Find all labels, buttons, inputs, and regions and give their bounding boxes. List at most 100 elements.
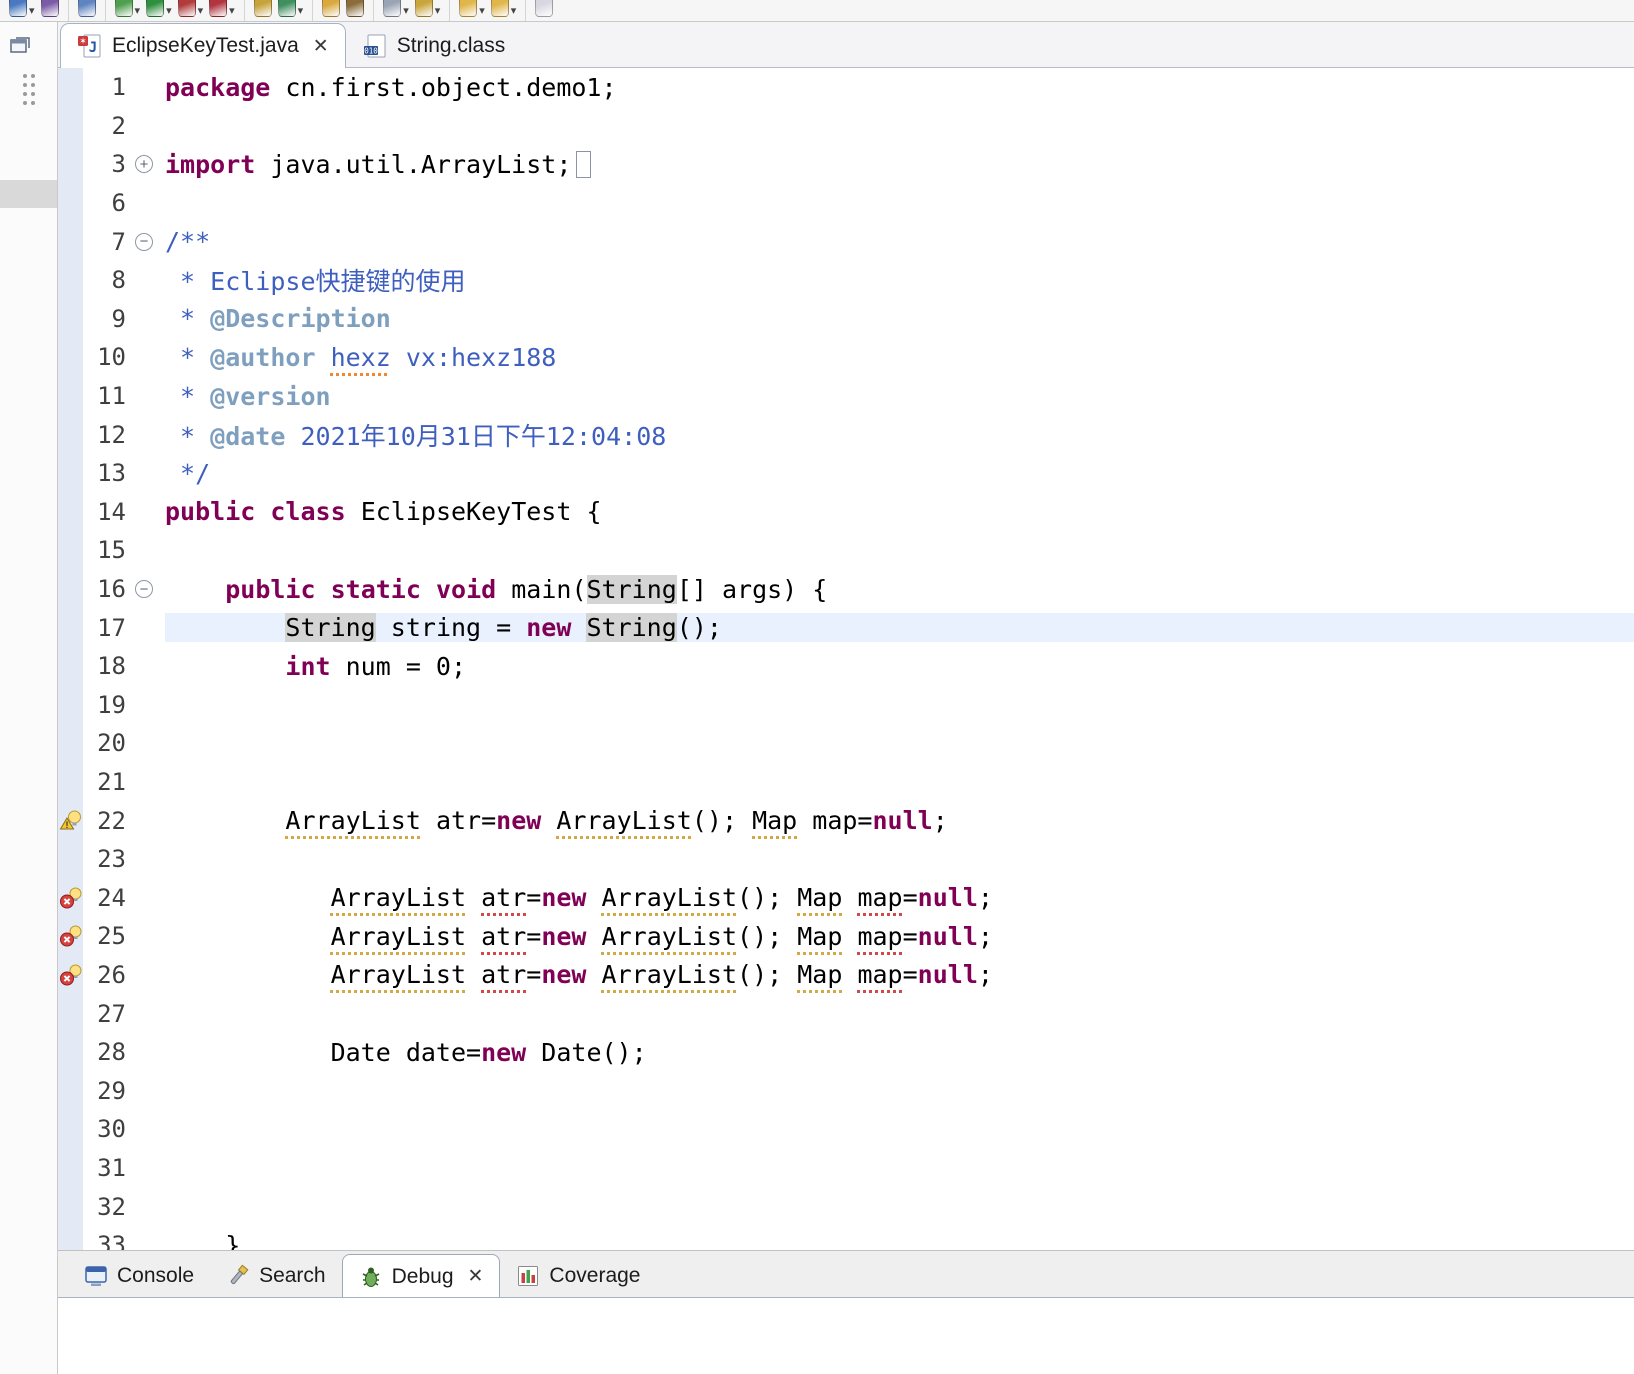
code-line-text[interactable]: * @date 2021年10月31日下午12:04:08 [165,417,1634,453]
error-quickfix-icon[interactable] [58,956,83,995]
code-line-text[interactable]: } [165,1231,1634,1250]
error-quickfix-icon[interactable] [58,917,83,956]
line-number[interactable]: 21 [83,768,135,796]
fold-minus-glyph[interactable]: − [135,233,153,251]
line-number[interactable]: 3 [83,150,135,178]
code-line-text[interactable]: /** [165,227,1634,256]
save-icon[interactable] [41,0,59,17]
tab-search[interactable]: Search [210,1255,342,1297]
close-tab-icon[interactable]: ✕ [313,35,329,58]
line-number[interactable]: 31 [83,1154,135,1182]
code-line-text[interactable]: ArrayList atr=new ArrayList(); Map map=n… [165,883,1634,912]
dropdown-arrow-icon[interactable]: ▾ [479,4,485,17]
code-line-text[interactable]: String string = new String(); [165,613,1634,642]
dropdown-arrow-icon[interactable]: ▾ [135,4,141,17]
new-wizard-icon[interactable]: ▾ [9,0,35,17]
line-number[interactable]: 1 [83,73,135,101]
line-number[interactable]: 15 [83,536,135,564]
code-token: ArrayList [331,883,466,912]
code-line-text[interactable]: public static void main(String[] args) { [165,575,1634,604]
code-line-text[interactable]: public class EclipseKeyTest { [165,497,1634,526]
code-line-text[interactable]: * @Description [165,304,1634,333]
minus-fold-icon[interactable]: − [135,233,165,251]
fold-minus-glyph[interactable]: − [135,580,153,598]
tab-coverage[interactable]: Coverage [500,1255,656,1297]
fold-plus-glyph[interactable]: + [135,155,153,173]
line-number[interactable]: 29 [83,1077,135,1105]
line-number[interactable]: 30 [83,1115,135,1143]
line-number[interactable]: 16 [83,575,135,603]
dropdown-arrow-icon[interactable]: ▾ [435,4,441,17]
tab-eclipsekeytest-java[interactable]: J✶EclipseKeyTest.java✕ [60,23,346,68]
code-line-text[interactable]: * Eclipse快捷键的使用 [165,262,1634,298]
dropdown-arrow-icon[interactable]: ▾ [403,4,409,17]
dropdown-arrow-icon[interactable]: ▾ [198,4,204,17]
annotation-icon[interactable]: ▾ [415,0,441,17]
line-number[interactable]: 32 [83,1193,135,1221]
tab-string-class[interactable]: 010String.class [346,24,522,67]
line-number[interactable]: 11 [83,382,135,410]
console-panel-body[interactable] [58,1297,1634,1374]
code-line-text[interactable]: package cn.first.object.demo1; [165,73,1634,102]
line-number[interactable]: 26 [83,961,135,989]
line-number[interactable]: 2 [83,112,135,140]
line-number[interactable]: 25 [83,922,135,950]
tab-console[interactable]: Console [68,1255,210,1297]
line-number[interactable]: 12 [83,421,135,449]
dropdown-arrow-icon[interactable]: ▾ [298,4,304,17]
print-icon[interactable] [78,0,96,17]
line-number[interactable]: 27 [83,1000,135,1028]
run-icon[interactable]: ▾ [146,0,172,17]
search-toolbar-icon[interactable] [346,0,364,17]
open-element-icon[interactable] [322,0,340,17]
line-number[interactable]: 20 [83,729,135,757]
line-number[interactable]: 18 [83,652,135,680]
line-number[interactable]: 6 [83,189,135,217]
debug-launch-icon[interactable]: ▾ [115,0,141,17]
minimized-view-placeholder[interactable] [0,180,57,208]
line-number[interactable]: 8 [83,266,135,294]
new-java-project-icon[interactable] [254,0,272,17]
dropdown-arrow-icon[interactable]: ▾ [166,4,172,17]
close-tab-icon[interactable]: ✕ [468,1265,484,1288]
code-line-text[interactable]: ArrayList atr=new ArrayList(); Map map=n… [165,922,1634,951]
line-number[interactable]: 10 [83,343,135,371]
last-edit-location-icon[interactable] [535,0,553,17]
coverage-launch-icon[interactable]: ▾ [209,0,235,17]
line-number[interactable]: 17 [83,614,135,642]
back-icon[interactable]: ▾ [459,0,485,17]
drag-handle[interactable] [23,74,27,78]
plus-fold-icon[interactable]: + [135,155,165,173]
code-line-text[interactable]: * @author hexz vx:hexz188 [165,343,1634,372]
dropdown-arrow-icon[interactable]: ▾ [229,4,235,17]
code-line-text[interactable]: Date date=new Date(); [165,1038,1634,1067]
profile-icon[interactable]: ▾ [178,0,204,17]
tab-debug[interactable]: Debug✕ [342,1254,501,1298]
line-number[interactable]: 24 [83,884,135,912]
line-number[interactable]: 28 [83,1038,135,1066]
line-number[interactable]: 7 [83,228,135,256]
code-editor[interactable]: 1package cn.first.object.demo1;23+import… [58,68,1634,1250]
line-number[interactable]: 22 [83,807,135,835]
line-number[interactable]: 14 [83,498,135,526]
forward-icon[interactable]: ▾ [491,0,517,17]
minus-fold-icon[interactable]: − [135,580,165,598]
code-line-text[interactable]: ArrayList atr=new ArrayList(); Map map=n… [165,806,1634,835]
restore-view-icon[interactable] [8,34,32,61]
line-number[interactable]: 33 [83,1231,135,1250]
code-line-text[interactable]: * @version [165,382,1634,411]
line-number[interactable]: 13 [83,459,135,487]
code-line-text[interactable]: ArrayList atr=new ArrayList(); Map map=n… [165,960,1634,989]
dropdown-arrow-icon[interactable]: ▾ [511,4,517,17]
external-tools-icon[interactable]: ▾ [383,0,409,17]
code-line-text[interactable]: import java.util.ArrayList; [165,150,1634,179]
error-quickfix-icon[interactable] [58,878,83,917]
line-number[interactable]: 23 [83,845,135,873]
line-number[interactable]: 19 [83,691,135,719]
new-class-icon[interactable]: ▾ [278,0,304,17]
dropdown-arrow-icon[interactable]: ▾ [29,4,35,17]
code-line-text[interactable]: int num = 0; [165,652,1634,681]
line-number[interactable]: 9 [83,305,135,333]
code-line-text[interactable]: */ [165,459,1634,488]
warning-quickfix-icon[interactable]: ! [58,801,83,840]
